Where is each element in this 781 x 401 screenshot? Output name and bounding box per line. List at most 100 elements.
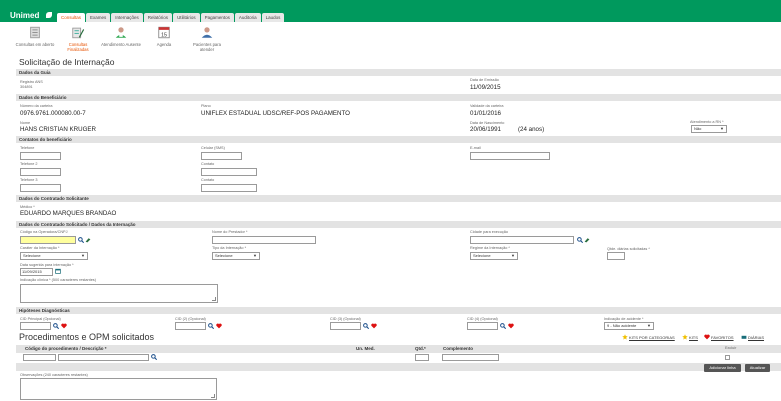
proc-codigo-input[interactable]: [23, 354, 56, 361]
tab-pagamentos[interactable]: Pagamentos: [200, 13, 234, 22]
col-complemento: Complemento: [443, 346, 474, 351]
contato-input[interactable]: [201, 168, 257, 176]
cid-search-icon[interactable]: [208, 323, 214, 329]
favoritos-link[interactable]: FAVORITOS: [711, 335, 734, 340]
adicionar-linha-button[interactable]: Adicionar linha: [704, 364, 741, 372]
carater-select[interactable]: Selecione: [20, 252, 88, 260]
quick-link-1[interactable]: Consultas em aberto: [15, 26, 55, 47]
plano-label: Plano: [201, 104, 211, 108]
plano-value: UNIFLEX ESTADUAL UDSC/REF-POS PAGAMENTO: [201, 110, 350, 117]
atualizar-button[interactable]: Atualizar: [745, 364, 770, 372]
cid-search-icon[interactable]: [53, 323, 59, 329]
eraser-icon[interactable]: [85, 237, 91, 243]
nome-prestador-input[interactable]: [212, 236, 316, 244]
contato-label: Contato: [201, 162, 215, 166]
unimed-logo: Unimed: [10, 11, 40, 20]
procedimentos-title: Procedimentos e OPM solicitados: [19, 332, 155, 342]
cid-search-icon[interactable]: [363, 323, 369, 329]
quick-link-2[interactable]: Consultas Finalizadas: [58, 26, 98, 52]
cid-principal-input[interactable]: [20, 322, 51, 330]
data-emissao-label: Data de Emissão: [470, 78, 499, 82]
tab-laudos[interactable]: Laudos: [261, 13, 285, 22]
telefone3-input[interactable]: [20, 184, 61, 192]
search-icon[interactable]: [78, 237, 84, 243]
telefone-input[interactable]: [20, 152, 61, 160]
acidente-select[interactable]: 9 - Não acidente: [604, 322, 654, 330]
cid-favorite-heart-icon[interactable]: [508, 323, 514, 329]
proc-complemento-input[interactable]: [442, 354, 499, 361]
contato2-label: Contato: [201, 178, 215, 182]
cid-search-icon[interactable]: [500, 323, 506, 329]
quick-link-5[interactable]: Pacientes para atender: [187, 26, 227, 52]
email-label: E-mail: [470, 146, 481, 150]
diarias-input[interactable]: [607, 252, 625, 260]
codigo-operadora-input[interactable]: [20, 236, 76, 244]
numero-carteira-label: Número da carteira: [20, 104, 53, 108]
cid4-input[interactable]: [467, 322, 498, 330]
validade-label: Validade da carteira: [470, 104, 504, 108]
validade-value: 01/01/2016: [470, 110, 501, 117]
diarias-link[interactable]: DIÁRIAS: [748, 335, 764, 340]
section-contratado: Dados do Contratado Solicitante: [16, 195, 781, 202]
observacoes-label: Observações (240 caracteres restantes): [20, 373, 88, 377]
proc-search-icon[interactable]: [151, 354, 157, 360]
calendar-icon[interactable]: [55, 268, 61, 274]
cidade-eraser-icon[interactable]: [584, 237, 590, 243]
main-tabs: Consultas Exames Internações Relatórios Util…: [57, 13, 285, 22]
cid-favorite-heart-icon[interactable]: [61, 323, 67, 329]
cid-favorite-heart-icon[interactable]: [371, 323, 377, 329]
rn-select[interactable]: Não: [691, 125, 727, 133]
regime-select[interactable]: Selecione: [470, 252, 518, 260]
cid2-label: CID (2) (Opcional): [175, 317, 206, 321]
kits-categorias-icon: [622, 334, 628, 340]
diarias-label: Qtde. diárias solicitadas *: [607, 247, 650, 251]
page-title: Solicitação de Internação: [19, 57, 115, 67]
contato2-input[interactable]: [201, 184, 257, 192]
top-bar: Unimed Consultas Exames Internações Relatór…: [0, 0, 781, 22]
cidade-label: Cidade para execução: [470, 230, 508, 234]
quick-link-label: Consultas em aberto: [15, 42, 55, 47]
excluir-checkbox[interactable]: [725, 355, 730, 360]
cid3-label: CID (3) (Opcional): [330, 317, 361, 321]
tipo-select[interactable]: Selecione: [212, 252, 260, 260]
telefone2-label: Telefone 2: [20, 162, 38, 166]
section-hipoteses: Hipóteses Diagnósticas: [16, 307, 781, 314]
indicacao-textarea[interactable]: [20, 284, 218, 303]
kits-link[interactable]: KITS: [689, 335, 698, 340]
acidente-label: Indicação de acidente *: [604, 317, 644, 321]
quick-link-3[interactable]: Atendimento Ausente: [101, 26, 141, 47]
quick-link-4[interactable]: 15 Agenda: [144, 26, 184, 47]
tab-internacoes[interactable]: Internações: [111, 13, 143, 22]
quick-link-label: Consultas Finalizadas: [67, 42, 89, 52]
tab-relatorios[interactable]: Relatórios: [143, 13, 173, 22]
quick-link-label: Pacientes para atender: [193, 42, 221, 52]
email-input[interactable]: [470, 152, 550, 160]
cidade-input[interactable]: [470, 236, 574, 244]
tab-utilitarios[interactable]: Utilitários: [173, 13, 200, 22]
cid2-input[interactable]: [175, 322, 206, 330]
data-sugerida-input[interactable]: 11/09/2015: [20, 268, 53, 276]
data-emissao-value: 11/09/2015: [470, 84, 501, 91]
proc-qtd-input[interactable]: [415, 354, 429, 361]
cid4-label: CID (4) (Opcional): [467, 317, 498, 321]
celular-input[interactable]: [201, 152, 242, 160]
proc-descricao-input[interactable]: [58, 354, 149, 361]
section-beneficiario: Dados do Beneficiário: [16, 94, 781, 101]
cid3-input[interactable]: [330, 322, 361, 330]
regime-label: Regime da Internação *: [470, 246, 510, 250]
cid-favorite-heart-icon[interactable]: [216, 323, 222, 329]
medico-label: Médico *: [20, 205, 35, 209]
registro-ans-value: 304891: [20, 85, 33, 89]
tab-consultas[interactable]: Consultas: [57, 13, 86, 22]
section-contatos: Contatos do beneficiário: [16, 136, 781, 143]
tab-auditoria[interactable]: Auditoria: [234, 13, 261, 22]
tab-exames[interactable]: Exames: [86, 13, 111, 22]
section-internacao: Dados do Contratado Solicitado / Dados d…: [16, 221, 781, 228]
telefone2-input[interactable]: [20, 168, 61, 176]
diarias-bed-icon: [741, 335, 747, 339]
cidade-search-icon[interactable]: [577, 237, 583, 243]
procedimentos-table-header: [16, 345, 781, 353]
observacoes-textarea[interactable]: [20, 378, 217, 400]
nascimento-label: Data de Nascimento: [470, 121, 505, 125]
kits-categorias-link[interactable]: KITS POR CATEGORIAS: [629, 335, 675, 340]
